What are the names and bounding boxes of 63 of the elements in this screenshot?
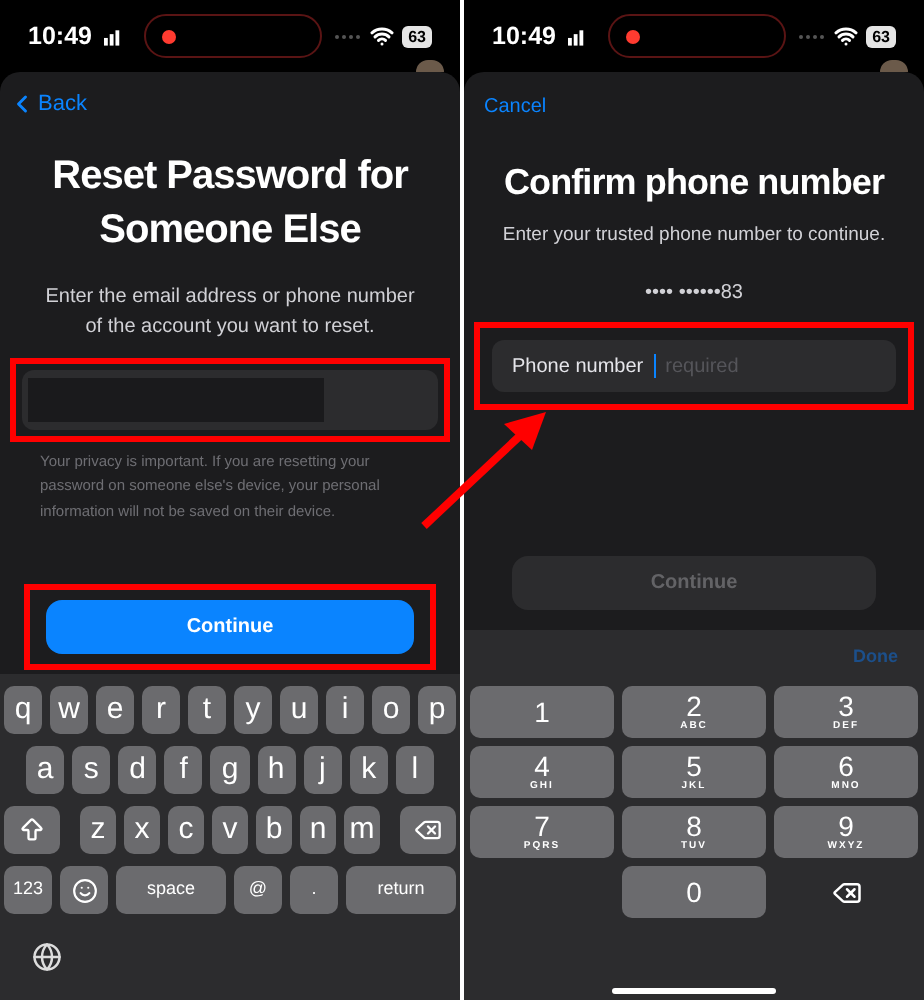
emoji-icon: [71, 877, 97, 903]
keyboard-key[interactable]: return: [346, 866, 456, 914]
field-label: Phone number: [512, 353, 644, 381]
letter-key[interactable]: w: [50, 686, 88, 734]
avatar: [880, 60, 908, 72]
letter-key[interactable]: i: [326, 686, 364, 734]
letter-key[interactable]: j: [303, 746, 342, 794]
letter-key[interactable]: d: [118, 746, 157, 794]
letter-key[interactable]: v: [212, 806, 248, 854]
keyboard-key[interactable]: 123: [4, 866, 52, 914]
shift-key[interactable]: [4, 806, 60, 854]
letter-key[interactable]: z: [80, 806, 116, 854]
letter-key[interactable]: l: [395, 746, 434, 794]
letter-key[interactable]: p: [418, 686, 456, 734]
delete-key[interactable]: [400, 806, 456, 854]
page-title: Reset Password for Someone Else: [50, 151, 411, 255]
battery-indicator: 63: [866, 25, 896, 47]
delete-icon: [414, 816, 442, 844]
number-key[interactable]: 1: [470, 686, 614, 738]
letter-key[interactable]: u: [280, 686, 318, 734]
keyboard-key[interactable]: @: [234, 866, 282, 914]
battery-indicator: 63: [402, 25, 432, 47]
back-link[interactable]: Back: [0, 72, 87, 121]
letter-key[interactable]: h: [257, 746, 296, 794]
text-cursor: [653, 354, 656, 378]
page-title: Confirm phone number: [502, 160, 887, 206]
avatar: [416, 60, 444, 72]
signal-icon: [103, 27, 124, 45]
signal-icon: [567, 27, 588, 45]
shift-icon: [18, 816, 46, 844]
wifi-icon: [834, 24, 859, 48]
continue-button[interactable]: Continue: [46, 600, 414, 654]
wifi-icon: [370, 24, 395, 48]
globe-icon[interactable]: [32, 942, 62, 972]
keyboard-key[interactable]: .: [290, 866, 338, 914]
letter-key[interactable]: m: [344, 806, 380, 854]
letter-key[interactable]: n: [300, 806, 336, 854]
letter-key[interactable]: a: [26, 746, 65, 794]
letter-key[interactable]: t: [188, 686, 226, 734]
letter-key[interactable]: c: [168, 806, 204, 854]
letter-key[interactable]: g: [210, 746, 250, 794]
letter-key[interactable]: x: [124, 806, 160, 854]
letter-key[interactable]: k: [349, 746, 388, 794]
cellular-dots-icon: [798, 33, 827, 39]
letter-key[interactable]: r: [142, 686, 180, 734]
cellular-dots-icon: [334, 33, 363, 39]
letter-key[interactable]: o: [372, 686, 410, 734]
number-key[interactable]: 0: [622, 866, 766, 918]
instruction-text: Enter your trusted phone number to continue.: [500, 222, 888, 248]
delete-icon[interactable]: [831, 877, 861, 907]
letter-key[interactable]: y: [234, 686, 272, 734]
emoji-key[interactable]: [60, 866, 108, 914]
status-time: 10:49: [492, 19, 556, 54]
letter-key[interactable]: f: [164, 746, 203, 794]
letter-key[interactable]: e: [96, 686, 134, 734]
letter-key[interactable]: q: [4, 686, 42, 734]
masked-phone-number: •••• ••••••83: [643, 280, 745, 306]
instruction-text: Enter the email address or phone number of the account you want to reset.: [43, 283, 417, 341]
status-time: 10:49: [28, 19, 92, 54]
keyboard-key[interactable]: space: [116, 866, 226, 914]
letter-key[interactable]: s: [72, 746, 111, 794]
letter-key[interactable]: b: [256, 806, 292, 854]
cancel-link[interactable]: Cancel: [464, 72, 547, 122]
